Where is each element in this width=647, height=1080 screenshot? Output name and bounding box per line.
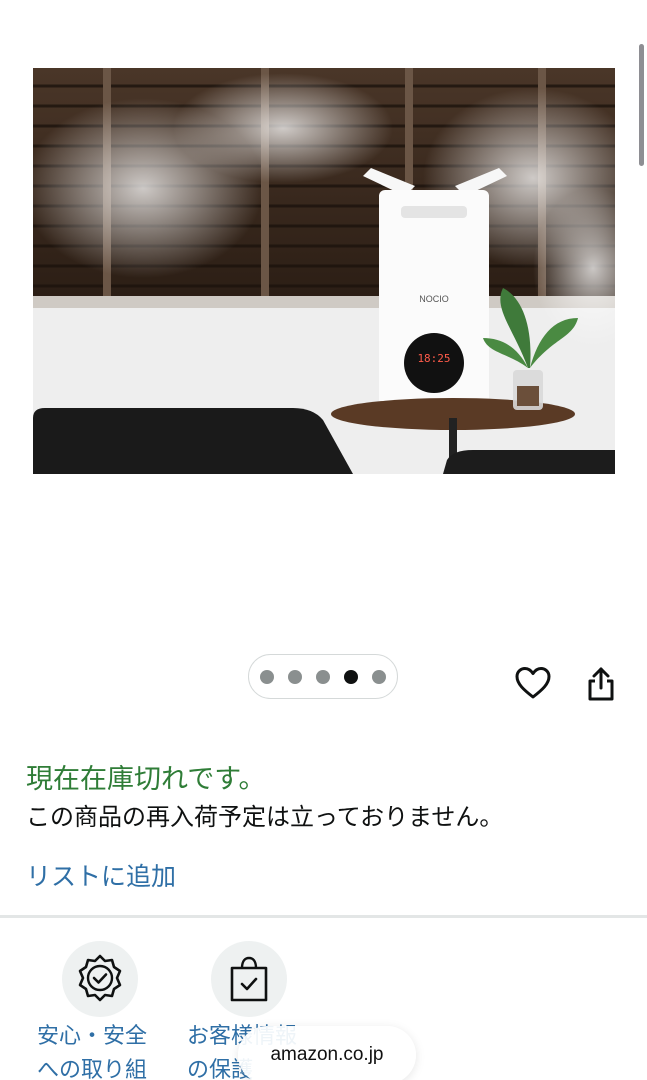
section-divider bbox=[0, 915, 647, 918]
device-display: 18:25 bbox=[417, 352, 450, 365]
carousel-dot[interactable] bbox=[288, 669, 302, 684]
safety-badge[interactable] bbox=[62, 941, 138, 1017]
carousel-dot[interactable] bbox=[372, 669, 386, 684]
safety-badge-label[interactable]: 安心・安全 への取り組 bbox=[37, 1020, 147, 1080]
product-image[interactable]: NOCIO 18:25 bbox=[33, 68, 615, 474]
shield-check-icon bbox=[78, 954, 122, 1002]
heart-icon[interactable] bbox=[513, 663, 553, 703]
device-brand: NOCIO bbox=[419, 294, 449, 304]
availability-status: 現在在庫切れです。 bbox=[26, 764, 266, 795]
privacy-badge[interactable] bbox=[211, 941, 287, 1017]
carousel-dot-active[interactable] bbox=[344, 669, 358, 684]
image-carousel-indicator[interactable] bbox=[248, 654, 398, 699]
url-text: amazon.co.jp bbox=[270, 1044, 384, 1065]
carousel-dot[interactable] bbox=[260, 669, 274, 684]
share-icon[interactable] bbox=[581, 664, 621, 704]
browser-address-bar[interactable]: amazon.co.jp bbox=[238, 1026, 416, 1080]
page-scrollbar[interactable] bbox=[639, 44, 644, 166]
carousel-dot[interactable] bbox=[316, 669, 330, 684]
bag-check-icon bbox=[230, 956, 268, 1002]
restock-note: この商品の再入荷予定は立っておりません。 bbox=[26, 803, 504, 831]
add-to-list-link[interactable]: リストに追加 bbox=[26, 857, 176, 893]
